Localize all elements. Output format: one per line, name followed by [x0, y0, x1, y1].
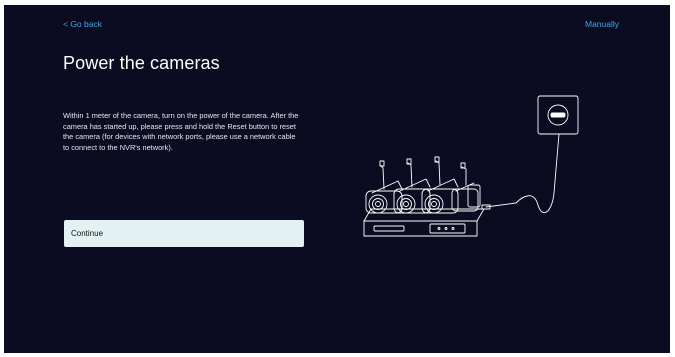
go-back-link[interactable]: < Go back: [63, 19, 102, 29]
setup-screen: < Go back Manually Power the cameras Wit…: [4, 5, 670, 353]
camera-icon-3: [421, 156, 459, 214]
page-title: Power the cameras: [63, 53, 220, 73]
camera-icon-4: [451, 162, 481, 212]
power-outlet-icon: [537, 95, 579, 135]
cameras-nvr-power-outlet-illustration: [363, 95, 579, 237]
instructions-text: Within 1 meter of the camera, turn on th…: [63, 111, 299, 152]
power-cable: [485, 133, 560, 214]
camera-icon-1: [365, 160, 403, 214]
continue-button[interactable]: Continue: [64, 220, 304, 247]
manually-link[interactable]: Manually: [585, 19, 619, 29]
